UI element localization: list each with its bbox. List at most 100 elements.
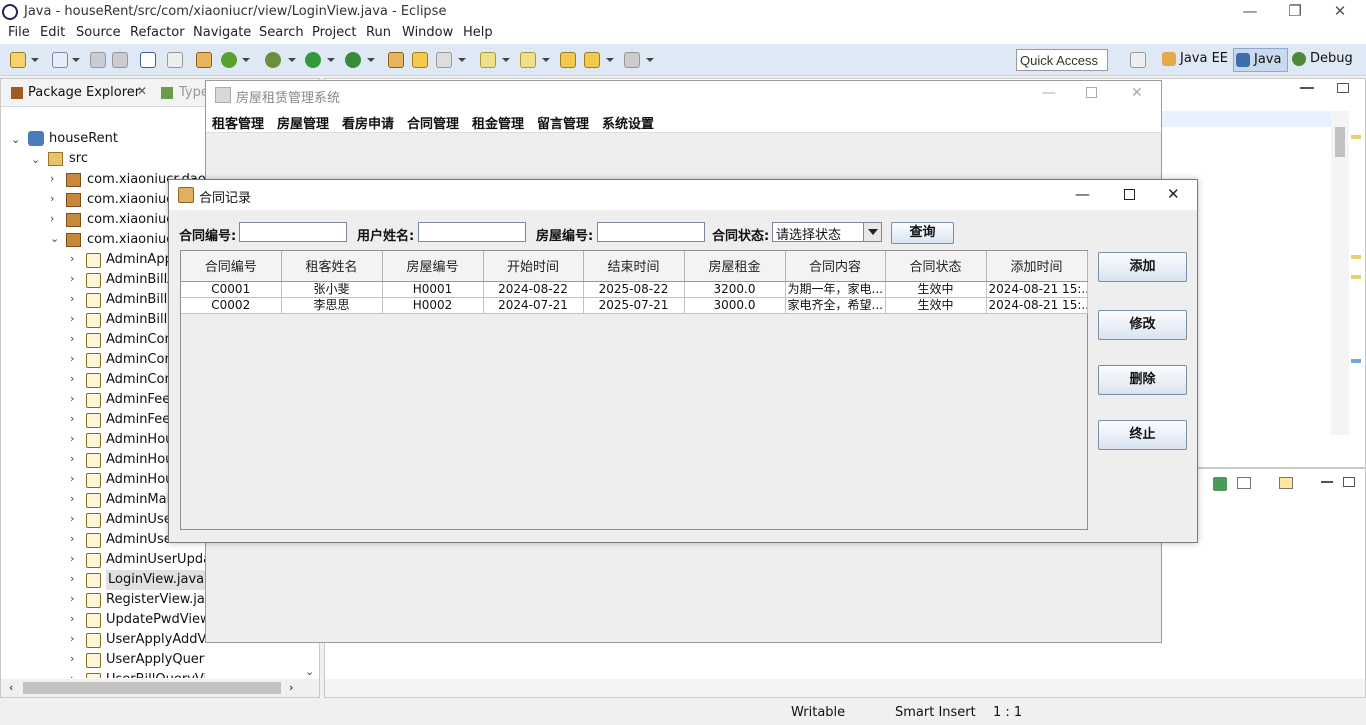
tree-file[interactable]: RegisterView.java <box>106 590 205 610</box>
chevron-right-icon[interactable]: › <box>70 412 74 425</box>
cell-end-date[interactable]: 2025-08-22 <box>583 281 685 298</box>
cell-contract-no[interactable]: C0001 <box>181 281 282 298</box>
chevron-right-icon[interactable]: › <box>70 292 74 305</box>
column-header[interactable]: 房屋租金 <box>684 251 786 282</box>
column-header[interactable]: 开始时间 <box>483 251 584 282</box>
chevron-right-icon[interactable]: › <box>70 372 74 385</box>
cell-created-at[interactable]: 2024-08-21 15:... <box>986 297 1088 314</box>
chevron-down-icon[interactable]: ⌄ <box>50 232 59 245</box>
tree-file[interactable]: AdminBillA <box>106 270 176 290</box>
editor-scroll-thumb[interactable] <box>1335 127 1345 157</box>
chevron-right-icon[interactable]: › <box>70 552 74 565</box>
table-row[interactable]: C0001 张小斐 H0001 2024-08-22 2025-08-22 32… <box>181 281 1088 298</box>
tree-file[interactable]: UpdatePwdView.j <box>106 610 205 630</box>
chevron-right-icon[interactable]: › <box>70 332 74 345</box>
table-row[interactable]: C0002 李思思 H0002 2024-07-21 2025-07-21 30… <box>181 297 1088 314</box>
tree-file[interactable]: AdminUser <box>106 510 177 530</box>
house-no-input[interactable] <box>597 222 705 242</box>
maximize-view-icon[interactable] <box>1337 83 1349 93</box>
chevron-right-icon[interactable]: › <box>70 272 74 285</box>
contract-status-select[interactable]: 请选择状态 <box>772 222 882 243</box>
tree-file[interactable]: AdminUserUpdat <box>106 550 205 570</box>
menu-file[interactable]: File <box>8 25 30 40</box>
back-icon[interactable] <box>584 52 600 68</box>
menu-contract-management[interactable]: 合同管理 <box>407 113 459 132</box>
tree-file[interactable]: UserApplyQueryView.java <box>106 650 205 670</box>
menu-message-management[interactable]: 留言管理 <box>537 113 589 132</box>
menu-run[interactable]: Run <box>366 25 391 40</box>
warning-marker[interactable] <box>1351 275 1361 279</box>
dialog-minimize-icon[interactable]: — <box>1075 185 1090 203</box>
open-folder-icon[interactable] <box>412 52 428 68</box>
explorer-horizontal-scrollbar[interactable]: ‹ › <box>1 679 319 697</box>
chevron-right-icon[interactable]: › <box>70 512 74 525</box>
chevron-right-icon[interactable]: › <box>70 572 74 585</box>
console-icon[interactable] <box>140 52 156 68</box>
quick-access-input[interactable] <box>1016 49 1108 71</box>
chevron-right-icon[interactable]: › <box>70 252 74 265</box>
display-console-icon[interactable] <box>1237 477 1251 489</box>
open-perspective-icon[interactable] <box>1130 52 1146 68</box>
scroll-right-icon[interactable]: › <box>289 681 293 694</box>
console-pin-icon[interactable] <box>1213 477 1227 491</box>
cell-start-date[interactable]: 2024-07-21 <box>483 297 584 314</box>
chevron-right-icon[interactable]: › <box>70 452 74 465</box>
edit-button[interactable]: 修改 <box>1098 310 1187 340</box>
menu-window[interactable]: Window <box>402 25 453 40</box>
chevron-right-icon[interactable]: › <box>70 592 74 605</box>
menu-tenant-management[interactable]: 租客管理 <box>212 113 264 132</box>
add-button[interactable]: 添加 <box>1098 252 1187 282</box>
menu-house-management[interactable]: 房屋管理 <box>277 113 329 132</box>
menu-help[interactable]: Help <box>463 25 493 40</box>
minimize-view-icon[interactable] <box>1300 87 1314 89</box>
cell-tenant-name[interactable]: 李思思 <box>281 297 383 314</box>
maximize-console-icon[interactable] <box>1343 477 1355 487</box>
open-type-icon[interactable] <box>388 52 404 68</box>
user-name-input[interactable] <box>418 222 526 242</box>
warning-marker[interactable] <box>1351 255 1361 259</box>
minimize-icon[interactable]: — <box>1230 2 1270 22</box>
chevron-right-icon[interactable]: › <box>70 392 74 405</box>
chevron-right-icon[interactable]: › <box>70 472 74 485</box>
new-type-icon[interactable] <box>52 52 68 68</box>
chevron-right-icon[interactable]: › <box>70 532 74 545</box>
prev-annotation-icon[interactable] <box>520 52 536 68</box>
chevron-right-icon[interactable]: › <box>70 352 74 365</box>
tree-file[interactable]: AdminUser <box>106 530 177 550</box>
query-button[interactable]: 查询 <box>891 222 954 244</box>
tree-file[interactable]: AdminApp <box>106 250 173 270</box>
column-header[interactable]: 合同编号 <box>181 251 282 282</box>
chevron-right-icon[interactable]: › <box>70 672 74 678</box>
close-icon[interactable]: ✕ <box>1320 2 1360 22</box>
cell-house-no[interactable]: H0002 <box>382 297 484 314</box>
save-all-icon[interactable] <box>112 52 128 68</box>
perspective-debug[interactable]: Debug <box>1290 48 1353 72</box>
column-header[interactable]: 房屋编号 <box>382 251 484 282</box>
cell-content[interactable]: 为期一年，家电... <box>785 281 886 298</box>
chevron-right-icon[interactable]: › <box>70 612 74 625</box>
cell-house-no[interactable]: H0001 <box>382 281 484 298</box>
tree-file[interactable]: UserApplyAddView.java <box>106 630 205 650</box>
run-icon[interactable] <box>305 52 321 68</box>
chevron-right-icon[interactable]: › <box>70 312 74 325</box>
minimize-console-icon[interactable] <box>1321 481 1333 483</box>
dialog-close-icon[interactable]: ✕ <box>1167 185 1180 203</box>
restore-icon[interactable]: ❐ <box>1275 2 1315 22</box>
tree-file[interactable]: AdminBillU <box>106 310 177 330</box>
menu-rent-management[interactable]: 租金管理 <box>472 113 524 132</box>
cell-contract-no[interactable]: C0002 <box>181 297 282 314</box>
perspective-java-ee[interactable]: Java EE <box>1160 48 1228 72</box>
console-horizontal-scrollbar[interactable] <box>325 679 1365 697</box>
menu-edit[interactable]: Edit <box>40 25 65 40</box>
menu-project[interactable]: Project <box>312 25 356 40</box>
skip-breakpoints-icon[interactable] <box>167 52 183 68</box>
chevron-right-icon[interactable]: › <box>70 492 74 505</box>
delete-button[interactable]: 删除 <box>1098 365 1187 395</box>
menu-system-settings[interactable]: 系统设置 <box>602 113 654 132</box>
scroll-down-icon[interactable]: ⌄ <box>305 665 314 678</box>
cell-rent[interactable]: 3000.0 <box>684 297 786 314</box>
dropdown-arrow[interactable] <box>863 223 881 241</box>
column-header[interactable]: 合同内容 <box>785 251 886 282</box>
debug-icon[interactable] <box>265 52 281 68</box>
cell-rent[interactable]: 3200.0 <box>684 281 786 298</box>
